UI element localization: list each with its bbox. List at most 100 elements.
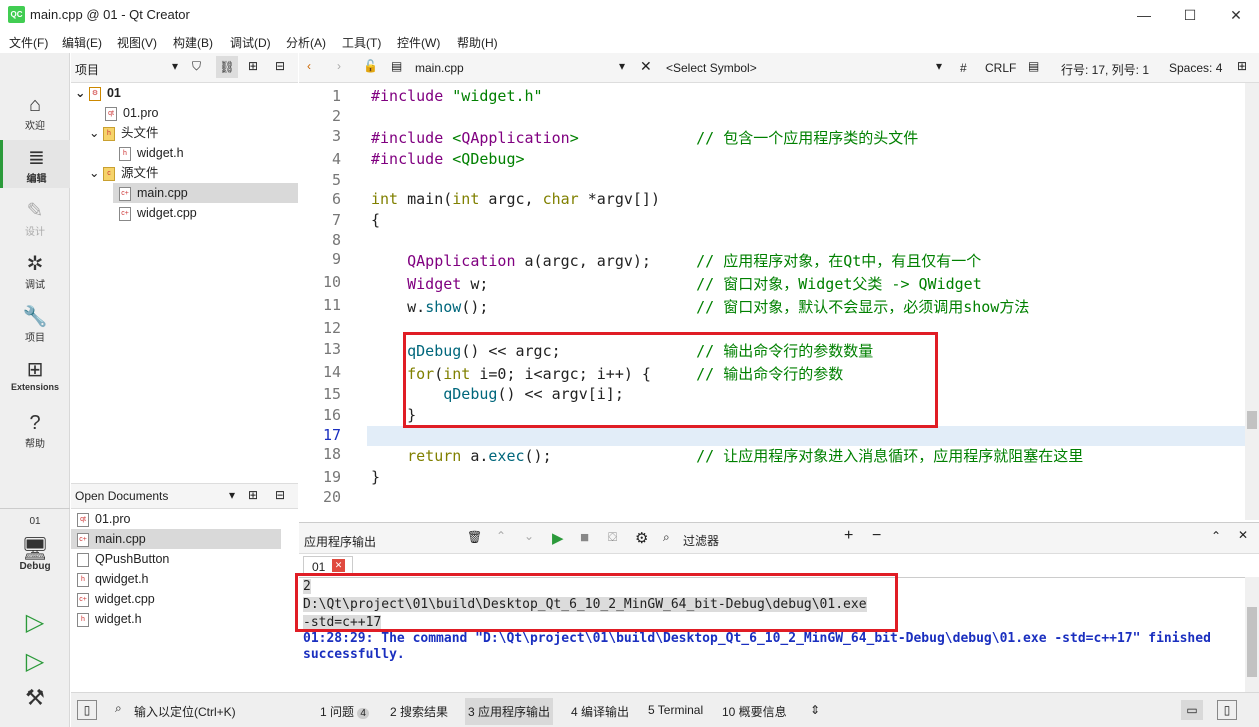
- menu-bar: 文件(F) 编辑(E) 视图(V) 构建(B) 调试(D) 分析(A) 工具(T…: [0, 30, 1259, 52]
- mode-help[interactable]: ? 帮助: [0, 411, 70, 450]
- tree-item-widget-h[interactable]: h widget.h: [119, 143, 184, 163]
- line-number: 9: [331, 250, 341, 268]
- collapse-icon[interactable]: ⊟: [275, 488, 285, 502]
- tree-item-main-cpp[interactable]: c+ main.cpp: [113, 183, 298, 203]
- tree-item-label: widget.h: [137, 146, 184, 160]
- tab-search-results[interactable]: 2 搜索结果: [390, 703, 448, 720]
- line-number: 19: [322, 468, 341, 486]
- open-doc-label: 01.pro: [95, 512, 131, 526]
- menu-analyze[interactable]: 分析(A): [286, 34, 326, 51]
- tree-item-headers[interactable]: ⌄ h 头文件: [89, 123, 158, 143]
- tab-application-output[interactable]: 3 应用程序输出: [465, 698, 554, 725]
- debug-run-button[interactable]: ▷: [0, 647, 70, 676]
- menu-help[interactable]: 帮助(H): [457, 34, 498, 51]
- output-line: 01:28:29: The command "D:\Qt\project\01\…: [303, 631, 1211, 646]
- toggle-sidebar-icon[interactable]: ▯: [77, 700, 97, 720]
- open-doc-item[interactable]: QPushButton: [77, 549, 169, 569]
- close-pane-icon[interactable]: ✕: [1238, 528, 1248, 542]
- mode-design[interactable]: ✎ 设计: [0, 199, 70, 238]
- more-tabs-icon[interactable]: ⇕: [810, 703, 820, 717]
- tree-item-sources[interactable]: ⌄ c 源文件: [89, 163, 158, 183]
- mode-welcome[interactable]: ⌂ 欢迎: [0, 93, 70, 132]
- code-line: }: [371, 468, 381, 486]
- menu-file[interactable]: 文件(F): [9, 34, 48, 51]
- zoom-in-icon[interactable]: +: [844, 527, 853, 545]
- output-scrollbar[interactable]: [1245, 577, 1259, 692]
- editor-scrollbar[interactable]: [1245, 83, 1259, 520]
- menu-debug[interactable]: 调试(D): [230, 34, 271, 51]
- mode-debug[interactable]: ✲ 调试: [0, 252, 70, 291]
- split-editor-icon[interactable]: ⊞: [1237, 59, 1247, 73]
- mode-projects[interactable]: 🔧 项目: [0, 305, 70, 344]
- code-line: Widget w; // 窗口对象，Widget父类 -> QWidget: [407, 275, 982, 293]
- arrow-up-icon[interactable]: ⌃: [496, 529, 506, 543]
- filter-icon[interactable]: ⛉: [192, 59, 201, 74]
- maximize-button[interactable]: ☐: [1167, 0, 1213, 30]
- close-button[interactable]: ✕: [1213, 0, 1259, 30]
- arrow-down-icon[interactable]: ⌄: [524, 529, 534, 543]
- attach-icon[interactable]: ⛋: [608, 530, 617, 545]
- gear-icon[interactable]: ⚙: [635, 529, 648, 547]
- filter-input[interactable]: 过滤器: [683, 532, 719, 549]
- output-toggle-icon[interactable]: ▭: [1181, 700, 1203, 720]
- menu-view[interactable]: 视图(V): [117, 34, 157, 51]
- mode-label: 欢迎: [25, 121, 45, 132]
- link-icon[interactable]: ⛓: [216, 56, 238, 78]
- mode-edit[interactable]: ≣ 编辑: [0, 140, 70, 188]
- cursor-position[interactable]: 行号: 17, 列号: 1: [1061, 61, 1149, 78]
- trash-icon[interactable]: 🗑: [467, 530, 482, 544]
- maximize-pane-icon[interactable]: ⌃: [1211, 529, 1221, 543]
- symbol-selector[interactable]: <Select Symbol>: [666, 61, 757, 75]
- open-doc-item[interactable]: c+ main.cpp: [71, 529, 281, 549]
- run-button[interactable]: ▷: [0, 608, 70, 637]
- chevron-down-icon: ⌄: [75, 86, 89, 100]
- forward-icon[interactable]: ›: [337, 59, 341, 73]
- line-number: 3: [331, 127, 341, 145]
- play-icon[interactable]: ▶: [552, 529, 564, 547]
- mode-label: 帮助: [25, 439, 45, 450]
- toggle-right-sidebar-icon[interactable]: ▯: [1217, 700, 1237, 720]
- open-doc-item[interactable]: qt 01.pro: [77, 509, 130, 529]
- collapse-icon[interactable]: ⊟: [275, 59, 285, 73]
- menu-build[interactable]: 构建(B): [173, 34, 213, 51]
- stop-icon[interactable]: ■: [580, 529, 589, 546]
- project-tree: ⌄ ⚙ 01 qt 01.pro ⌄ h 头文件 h widget.h ⌄ c 源文件 c…: [71, 83, 298, 483]
- document-icon[interactable]: ▤: [1028, 59, 1039, 73]
- tab-overview[interactable]: 10 概要信息: [722, 703, 787, 720]
- code-editor[interactable]: #include "widget.h" #include <QApplicatio…: [367, 83, 1245, 520]
- locator-input[interactable]: 输入以定位(Ctrl+K): [134, 703, 236, 720]
- tree-item-label: main.cpp: [137, 186, 188, 200]
- split-icon[interactable]: ⊞: [248, 59, 258, 73]
- tab-problems[interactable]: 1 问题 4: [320, 703, 369, 720]
- mode-label: 编辑: [26, 174, 47, 185]
- close-tab-icon[interactable]: ✕: [332, 559, 345, 572]
- kit-selector[interactable]: 🖥 Debug: [0, 537, 70, 573]
- tree-item-pro[interactable]: qt 01.pro: [105, 103, 158, 123]
- mode-extensions[interactable]: ⊞ Extensions: [0, 358, 70, 393]
- open-doc-item[interactable]: h widget.h: [77, 609, 142, 629]
- menu-edit[interactable]: 编辑(E): [62, 34, 102, 51]
- menu-tools[interactable]: 工具(T): [342, 34, 381, 51]
- close-document-icon[interactable]: ✕: [640, 58, 652, 75]
- hash-button[interactable]: #: [960, 61, 967, 75]
- dropdown-arrow-icon[interactable]: ▾: [172, 59, 178, 73]
- build-hammer-button[interactable]: ⚒: [0, 685, 70, 711]
- file-selector[interactable]: main.cpp: [415, 61, 464, 75]
- tab-compile-output[interactable]: 4 编译输出: [571, 703, 629, 720]
- zoom-out-icon[interactable]: −: [872, 527, 881, 545]
- tree-item-project[interactable]: ⌄ ⚙ 01: [75, 83, 121, 103]
- tab-terminal[interactable]: 5 Terminal: [648, 703, 703, 717]
- open-doc-item[interactable]: c+ widget.cpp: [77, 589, 155, 609]
- dropdown-arrow-icon[interactable]: ▾: [229, 488, 235, 502]
- menu-controls[interactable]: 控件(W): [397, 34, 440, 51]
- open-doc-item[interactable]: h qwidget.h: [77, 569, 149, 589]
- line-ending-selector[interactable]: CRLF: [985, 61, 1016, 75]
- split-icon[interactable]: ⊞: [248, 488, 258, 502]
- back-icon[interactable]: ‹: [307, 59, 311, 73]
- chevron-down-icon[interactable]: ▾: [619, 59, 625, 73]
- minimize-button[interactable]: —: [1121, 0, 1167, 30]
- indentation-setting[interactable]: Spaces: 4: [1169, 61, 1222, 75]
- chevron-down-icon[interactable]: ▾: [936, 59, 942, 73]
- tree-item-widget-cpp[interactable]: c+ widget.cpp: [119, 203, 197, 223]
- code-line: #include <QApplication> // 包含一个应用程序类的头文件: [371, 129, 919, 147]
